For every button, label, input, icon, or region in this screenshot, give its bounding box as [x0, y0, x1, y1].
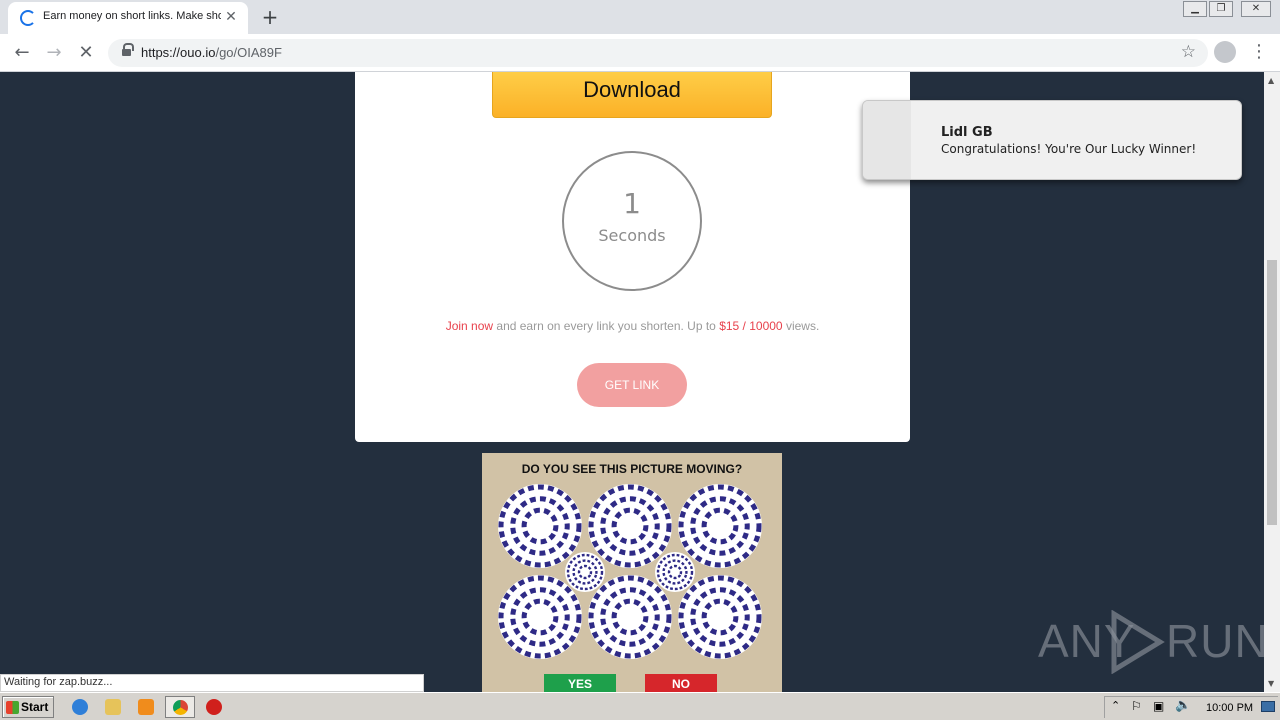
ad-yes-button[interactable]: YES	[544, 674, 616, 692]
play-triangle-icon	[1111, 610, 1165, 674]
optical-illusion-image	[498, 484, 762, 659]
chrome-icon	[173, 700, 188, 715]
folder-icon[interactable]	[105, 699, 121, 715]
chrome-taskbar-button[interactable]	[165, 696, 195, 718]
join-now-link[interactable]: Join now	[446, 319, 493, 333]
window-close-button[interactable]: ✕	[1241, 1, 1271, 17]
new-tab-button[interactable]: +	[258, 5, 282, 29]
url-host: https://ouo.io	[141, 45, 216, 60]
browser-menu-icon[interactable]: ⋮	[1250, 40, 1268, 64]
volume-icon[interactable]: 🔈	[1175, 698, 1191, 713]
url-path: /go/OIA89F	[215, 45, 282, 60]
address-bar[interactable]: https://ouo.io/go/OIA89F ☆	[108, 39, 1208, 67]
ad-no-button[interactable]: NO	[645, 674, 717, 692]
anyrun-watermark: ANY RUN	[1038, 610, 1264, 680]
restore-button[interactable]: ❐	[1209, 1, 1233, 17]
stop-loading-icon[interactable]: ✕	[74, 42, 98, 64]
tab-title: Earn money on short links. Make sho	[43, 10, 221, 22]
action-center-flag-icon[interactable]: ⚐	[1131, 699, 1142, 713]
browser-tab[interactable]: Earn money on short links. Make sho ✕	[8, 2, 248, 34]
download-button[interactable]: Download	[492, 72, 772, 118]
windows-taskbar: Start ⌃ ⚐ ▣ 🔈 10:00 PM	[0, 692, 1280, 720]
network-icon[interactable]: ▣	[1153, 699, 1164, 713]
promo-text: Join now and earn on every link you shor…	[355, 319, 910, 333]
promo-rate: $15 / 10000	[719, 319, 783, 333]
scroll-down-icon[interactable]: ▼	[1268, 679, 1274, 688]
illusion-wheel	[565, 552, 605, 592]
watermark-right: RUN	[1166, 615, 1264, 667]
countdown-timer: 1 Seconds	[562, 151, 702, 291]
profile-avatar-icon[interactable]	[1214, 41, 1236, 63]
illusion-wheel	[655, 552, 695, 592]
page-viewport: Download 1 Seconds Join now and earn on …	[0, 72, 1264, 692]
notification-message: Congratulations! You're Our Lucky Winner…	[941, 142, 1197, 156]
media-player-icon[interactable]	[138, 699, 154, 715]
start-label: Start	[21, 700, 49, 714]
notification-icon	[863, 101, 911, 179]
opera-icon[interactable]	[206, 699, 222, 715]
forward-arrow-icon[interactable]: →	[42, 42, 66, 64]
tab-close-icon[interactable]: ✕	[222, 8, 240, 26]
page-scrollbar[interactable]: ▲ ▼	[1264, 72, 1280, 692]
promo-middle: and earn on every link you shorten. Up t…	[493, 319, 720, 333]
countdown-value: 1	[623, 187, 641, 220]
browser-toolbar: ← → ✕ https://ouo.io/go/OIA89F ☆	[0, 34, 1280, 72]
tab-strip: Earn money on short links. Make sho ✕ + …	[0, 0, 1280, 34]
back-arrow-icon[interactable]: ←	[10, 42, 34, 64]
get-link-button[interactable]: GET LINK	[577, 363, 687, 407]
scroll-up-icon[interactable]: ▲	[1268, 76, 1274, 85]
taskbar-clock[interactable]: 10:00 PM	[1206, 702, 1253, 714]
countdown-unit: Seconds	[598, 226, 666, 245]
windows-logo-icon	[6, 701, 19, 714]
lock-icon	[122, 43, 134, 58]
start-button[interactable]: Start	[2, 696, 54, 718]
notification-title: Lidl GB	[941, 125, 993, 140]
status-bubble: Waiting for zap.buzz...	[0, 674, 424, 692]
loading-spinner-icon	[20, 10, 36, 26]
scrollbar-thumb[interactable]	[1267, 260, 1277, 525]
advertisement-banner[interactable]: DO YOU SEE THIS PICTURE MOVING? YES NO	[482, 453, 782, 692]
bookmark-star-icon[interactable]: ☆	[1181, 42, 1196, 62]
internet-explorer-icon[interactable]	[72, 699, 88, 715]
show-desktop-icon[interactable]	[1261, 701, 1275, 712]
minimize-button[interactable]: ▁	[1183, 1, 1207, 17]
tray-expand-icon[interactable]: ⌃	[1111, 699, 1120, 712]
url-text[interactable]: https://ouo.io/go/OIA89F	[141, 45, 282, 60]
push-notification[interactable]: Lidl GB Congratulations! You're Our Luck…	[862, 100, 1242, 180]
promo-end: views.	[782, 319, 820, 333]
content-card: Download 1 Seconds Join now and earn on …	[355, 72, 910, 442]
ad-headline: DO YOU SEE THIS PICTURE MOVING?	[521, 462, 743, 476]
